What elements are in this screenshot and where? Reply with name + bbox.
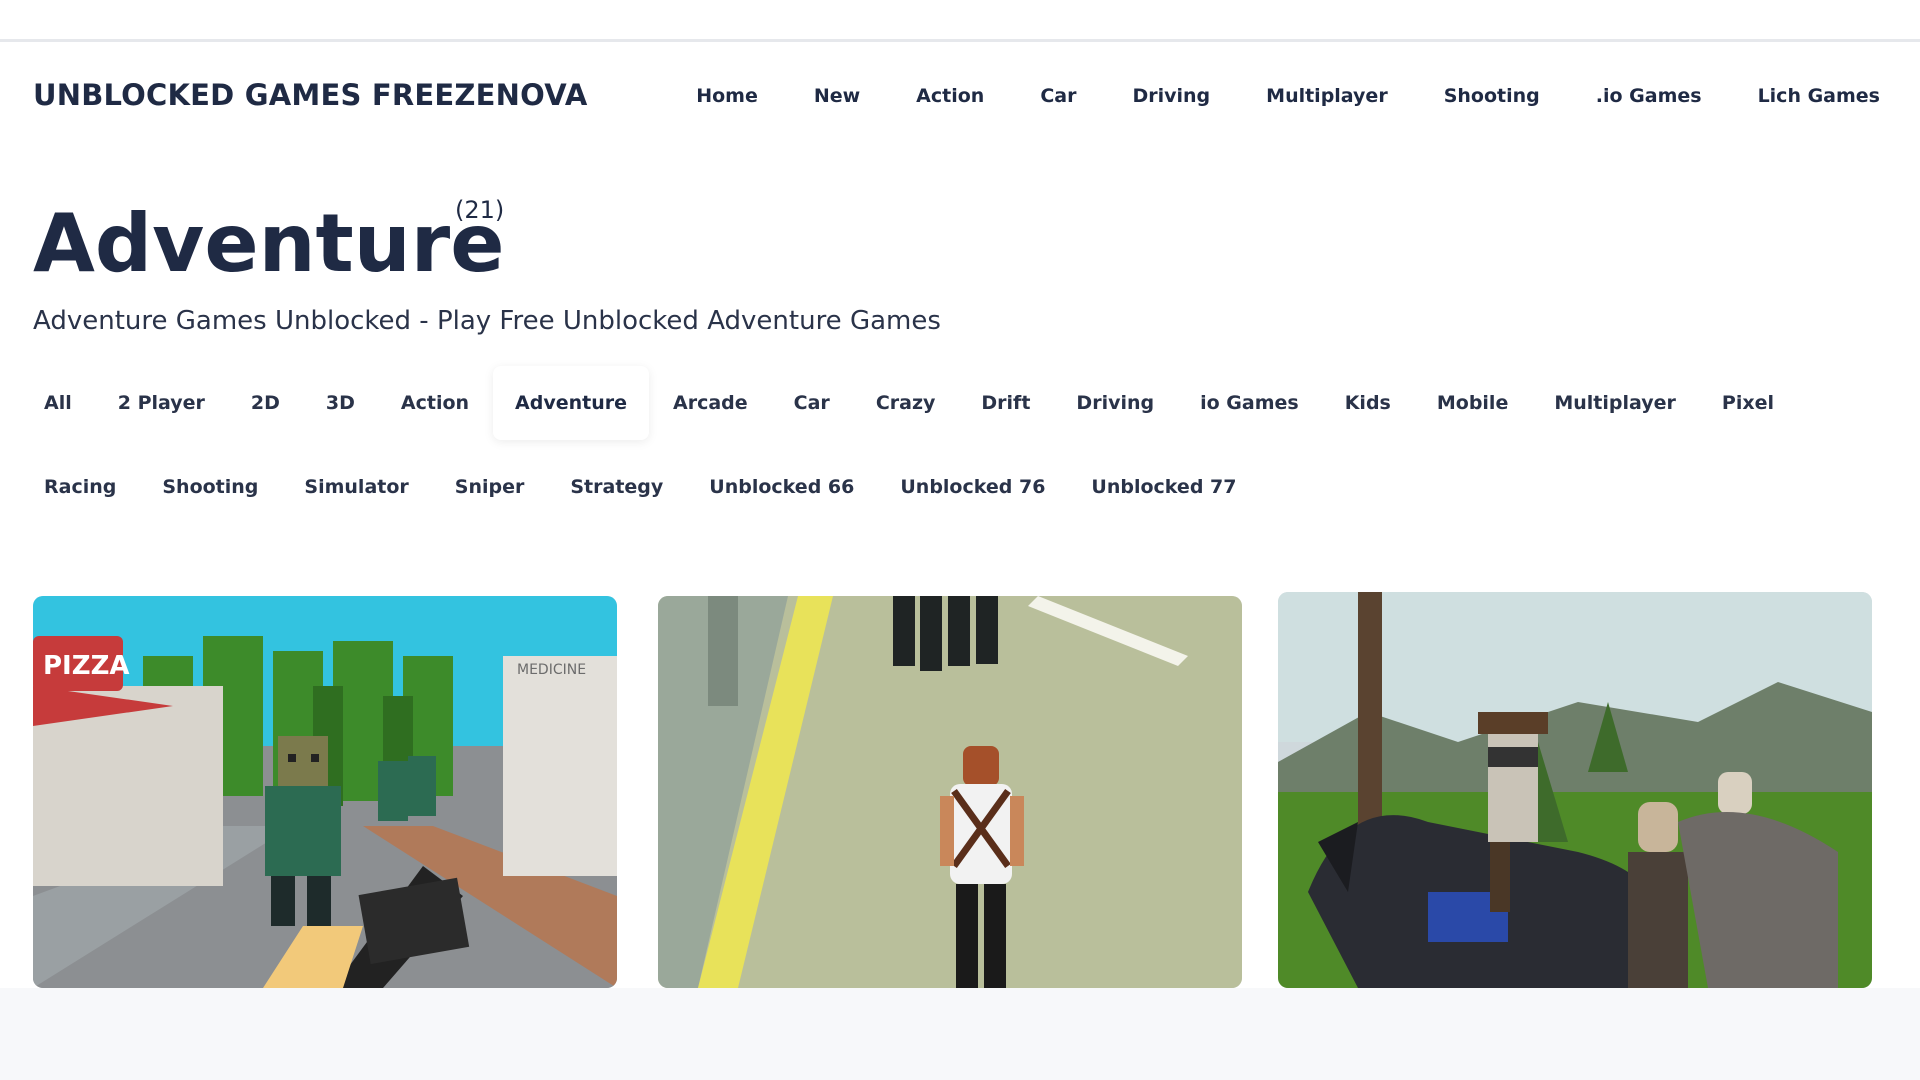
- nav-driving[interactable]: Driving: [1104, 82, 1238, 110]
- tag-strategy[interactable]: Strategy: [548, 450, 685, 524]
- sign-medicine-text: MEDICINE: [517, 662, 586, 678]
- category-tags: All 2 Player 2D 3D Action Adventure Arca…: [22, 366, 1862, 524]
- nav-io-games[interactable]: .io Games: [1568, 82, 1730, 110]
- tag-unblocked-66[interactable]: Unblocked 66: [687, 450, 876, 524]
- tag-io-games[interactable]: io Games: [1178, 366, 1321, 440]
- game-thumbnail-cowboy: [1278, 592, 1872, 988]
- tag-multiplayer[interactable]: Multiplayer: [1532, 366, 1698, 440]
- game-card-cowboy[interactable]: [1278, 592, 1872, 988]
- nav-car[interactable]: Car: [1012, 82, 1104, 110]
- tag-crazy[interactable]: Crazy: [854, 366, 958, 440]
- tag-all[interactable]: All: [22, 366, 94, 440]
- nav-lich-games[interactable]: Lich Games: [1730, 82, 1880, 110]
- browser-top-strip: [0, 0, 1920, 42]
- site-header: UNBLOCKED GAMES FREEZENOVA Home New Acti…: [0, 42, 1920, 152]
- nav-multiplayer[interactable]: Multiplayer: [1238, 82, 1416, 110]
- tag-unblocked-77[interactable]: Unblocked 77: [1069, 450, 1258, 524]
- nav-new[interactable]: New: [786, 82, 888, 110]
- game-count: (21): [455, 196, 505, 224]
- game-card-street-runner[interactable]: [658, 596, 1242, 988]
- tag-sniper[interactable]: Sniper: [433, 450, 547, 524]
- tag-2d[interactable]: 2D: [229, 366, 302, 440]
- page-subtitle: Adventure Games Unblocked - Play Free Un…: [33, 306, 941, 336]
- tag-simulator[interactable]: Simulator: [282, 450, 430, 524]
- game-thumbnail-zombie: PIZZA MEDICINE: [33, 596, 617, 988]
- tag-unblocked-76[interactable]: Unblocked 76: [878, 450, 1067, 524]
- tag-shooting[interactable]: Shooting: [140, 450, 280, 524]
- tag-arcade[interactable]: Arcade: [651, 366, 770, 440]
- game-grid: PIZZA MEDICINE: [33, 592, 1873, 988]
- nav-home[interactable]: Home: [668, 82, 786, 110]
- tag-3d[interactable]: 3D: [304, 366, 377, 440]
- sign-pizza-text: PIZZA: [43, 651, 130, 681]
- tag-racing[interactable]: Racing: [22, 450, 138, 524]
- tag-drift[interactable]: Drift: [959, 366, 1052, 440]
- tag-action[interactable]: Action: [379, 366, 491, 440]
- tag-adventure[interactable]: Adventure: [493, 366, 650, 440]
- tag-kids[interactable]: Kids: [1323, 366, 1413, 440]
- category-heading: Adventure (21): [33, 196, 504, 292]
- main-nav: Home New Action Car Driving Multiplayer …: [668, 82, 1880, 110]
- game-card-zombie-shooter[interactable]: PIZZA MEDICINE: [33, 596, 617, 988]
- tag-mobile[interactable]: Mobile: [1415, 366, 1530, 440]
- nav-action[interactable]: Action: [888, 82, 1012, 110]
- game-thumbnail-runner: [658, 596, 1242, 988]
- tag-driving[interactable]: Driving: [1054, 366, 1176, 440]
- page-bottom-area: [0, 988, 1920, 1080]
- tag-2-player[interactable]: 2 Player: [96, 366, 227, 440]
- tag-car[interactable]: Car: [772, 366, 852, 440]
- tag-pixel[interactable]: Pixel: [1700, 366, 1796, 440]
- nav-shooting[interactable]: Shooting: [1416, 82, 1568, 110]
- site-logo-title[interactable]: UNBLOCKED GAMES FREEZENOVA: [33, 78, 588, 112]
- page-title: Adventure: [33, 197, 505, 290]
